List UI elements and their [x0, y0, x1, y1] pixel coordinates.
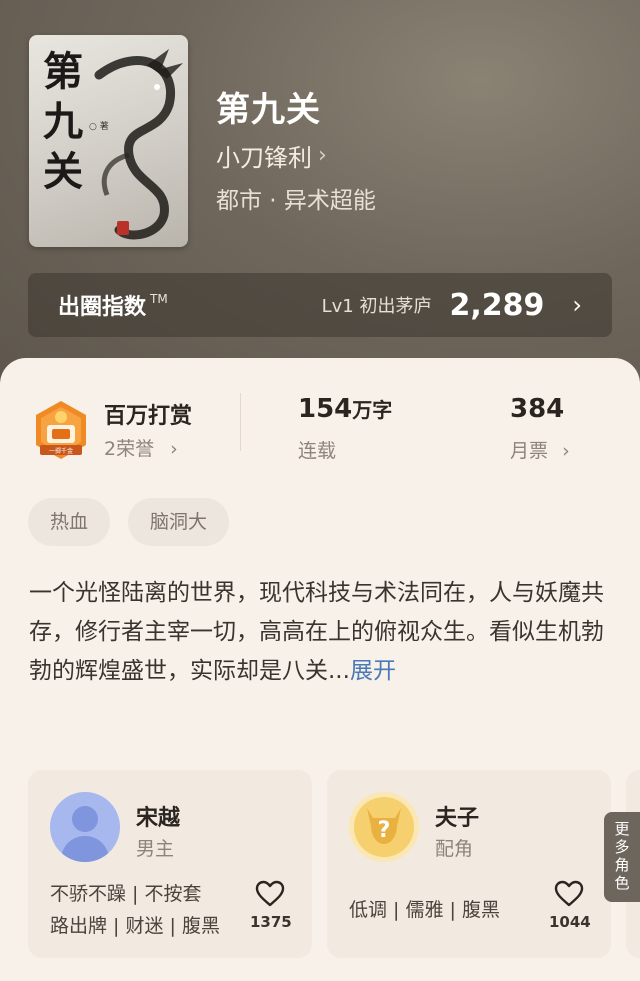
book-cover[interactable]: 第 九 关 ○ 著: [29, 35, 188, 247]
stat-divider: [240, 393, 241, 451]
badge-label: 一掷千金: [49, 447, 73, 455]
monthly-votes-link[interactable]: 月票 ›: [510, 436, 570, 463]
author-link[interactable]: 小刀锋利 ›: [216, 138, 327, 173]
more-roles-char: 更: [614, 820, 630, 838]
like-count: 1375: [250, 913, 292, 931]
traits-line: 低调 | 儒雅 | 腹黑: [349, 899, 500, 921]
book-genre: 都市 · 异术超能: [216, 188, 376, 214]
index-level: Lv1 初出茅庐: [321, 296, 432, 317]
more-roles-char: 多: [614, 838, 630, 856]
more-roles-char: 色: [614, 874, 630, 892]
word-count-value: 154: [298, 394, 353, 424]
chevron-right-icon: ›: [562, 440, 570, 462]
monthly-votes-value: 384: [510, 394, 565, 424]
character-role: 男主: [136, 838, 175, 860]
honor-link[interactable]: 2荣誉 ›: [104, 434, 178, 461]
chevron-right-icon: ›: [170, 438, 178, 460]
index-summary: Lv1 初出茅庐 2,289 ›: [322, 288, 582, 323]
avatar: [50, 792, 120, 862]
like-button[interactable]: 1375: [250, 880, 292, 931]
traits-line: 不骄不躁 | 不按套: [50, 883, 202, 905]
cover-author-mark: ○ 著: [89, 122, 109, 132]
book-title: 第九关: [216, 90, 321, 130]
tag-chip[interactable]: 热血: [28, 498, 111, 546]
dragon-illustration: [94, 49, 183, 240]
more-characters-button[interactable]: 更 多 角 色: [604, 812, 640, 902]
description-text: 一个光怪陆离的世界，现代科技与术法同在，人与妖魔共存，修行者主宰一切，高高在上的…: [29, 580, 604, 684]
character-traits: 不骄不躁 | 不按套 路出牌 | 财迷 | 腹黑: [50, 878, 250, 942]
character-card[interactable]: ? 夫子 配角 低调 | 儒雅 | 腹黑 1044: [327, 770, 611, 958]
serial-status: 连载: [298, 440, 337, 462]
book-description: 一个光怪陆离的世界，现代科技与术法同在，人与妖魔共存，修行者主宰一切，高高在上的…: [29, 574, 609, 691]
honor-count: 2荣誉: [104, 438, 155, 460]
index-label: 出圈指数: [58, 295, 147, 320]
character-avatar-icon: [50, 792, 120, 862]
heart-icon: [255, 880, 285, 907]
character-name: 宋越: [136, 806, 181, 831]
avatar: ?: [349, 792, 419, 862]
character-name: 夫子: [435, 806, 480, 831]
honor-title: 百万打赏: [104, 404, 193, 429]
heart-icon: [554, 880, 584, 907]
red-seal: [117, 221, 129, 235]
chevron-right-icon: ›: [572, 291, 582, 319]
character-card[interactable]: 宋越 男主 不骄不躁 | 不按套 路出牌 | 财迷 | 腹黑 1375: [28, 770, 312, 958]
reward-badge-icon[interactable]: 一掷千金: [30, 399, 92, 461]
character-role: 配角: [435, 838, 474, 860]
trademark-mark: TM: [150, 292, 168, 306]
traits-line: 路出牌 | 财迷 | 腹黑: [50, 915, 220, 937]
monthly-votes-label: 月票: [510, 440, 549, 462]
more-roles-char: 角: [614, 856, 630, 874]
index-value: 2,289: [449, 287, 545, 323]
word-count-unit: 万字: [352, 398, 393, 422]
svg-text:?: ?: [378, 818, 391, 843]
like-button[interactable]: 1044: [549, 880, 591, 931]
expand-link[interactable]: 展开: [350, 658, 396, 684]
chevron-right-icon: ›: [318, 143, 327, 168]
author-name: 小刀锋利: [216, 144, 312, 172]
word-count: 154万字: [298, 394, 392, 424]
tag-chip[interactable]: 脑洞大: [128, 498, 230, 546]
popularity-index-bar[interactable]: 出圈指数 TM Lv1 初出茅庐 2,289 ›: [28, 273, 612, 337]
character-avatar-icon: ?: [349, 792, 419, 862]
character-traits: 低调 | 儒雅 | 腹黑: [349, 894, 549, 926]
like-count: 1044: [549, 913, 591, 931]
